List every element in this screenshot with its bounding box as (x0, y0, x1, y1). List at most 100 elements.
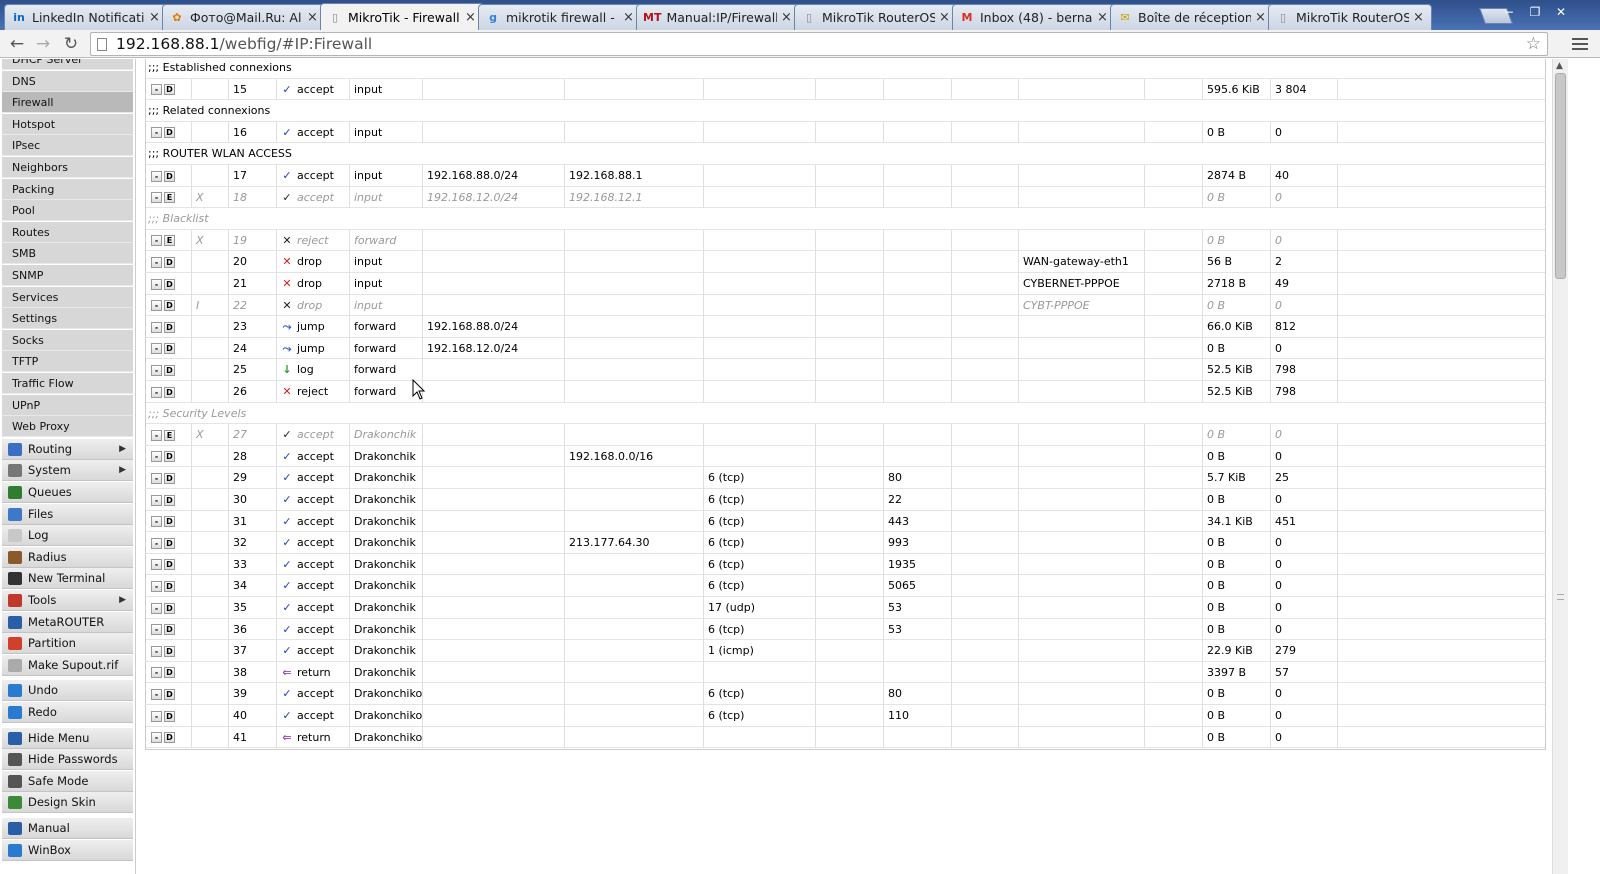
enable-rule-button[interactable]: E (164, 235, 175, 247)
remove-rule-button[interactable]: - (151, 343, 162, 355)
table-row[interactable]: - D 33 ✓ accept Drakonchik 6 (tcp) 1935 0 B 0 (146, 553, 1545, 576)
remove-rule-button[interactable]: - (151, 710, 162, 722)
sidebar-item-system[interactable]: System ▶ (2, 460, 133, 482)
disable-rule-button[interactable]: D (164, 537, 175, 549)
remove-rule-button[interactable]: - (151, 451, 162, 463)
table-row[interactable]: - D 29 ✓ accept Drakonchik 6 (tcp) 80 5.7 KiB 25 (146, 467, 1545, 489)
remove-rule-button[interactable]: - (151, 429, 162, 441)
disable-rule-button[interactable]: D (164, 602, 175, 614)
browser-tab[interactable]: g mikrotik firewall - × (478, 4, 642, 30)
table-row[interactable]: - D 31 ✓ accept Drakonchik 6 (tcp) 443 34.1 KiB 4… (146, 510, 1545, 533)
table-row[interactable]: - D 39 ✓ accept Drakonchikov 6 (tcp) 80 0 B 0 (146, 683, 1545, 705)
table-row[interactable]: - D 20 ✕ drop input WAN-gateway-eth1 56 B 2 (146, 251, 1545, 273)
disable-rule-button[interactable]: D (164, 364, 175, 376)
remove-rule-button[interactable]: - (151, 300, 162, 312)
disable-rule-button[interactable]: D (164, 494, 175, 506)
reload-icon[interactable]: ↻ (60, 33, 82, 55)
table-row[interactable]: - D 21 ✕ drop input CYBERNET-PPPOE 2718 B 49 (146, 273, 1545, 295)
remove-rule-button[interactable]: - (151, 278, 162, 290)
scrollbar-thumb[interactable] (1555, 73, 1566, 279)
browser-tab[interactable]: ▯ MikroTik RouterOS × (1268, 4, 1432, 30)
remove-rule-button[interactable]: - (151, 732, 162, 744)
sidebar-item-design-skin[interactable]: Design Skin (2, 792, 133, 814)
sidebar-item-neighbors[interactable]: Neighbors (2, 157, 133, 178)
disable-rule-button[interactable]: D (164, 386, 175, 398)
tab-close-icon[interactable]: × (1413, 10, 1425, 25)
disable-rule-button[interactable]: D (164, 710, 175, 722)
disable-rule-button[interactable]: D (164, 667, 175, 679)
disable-rule-button[interactable]: D (164, 84, 175, 96)
browser-tab[interactable]: ✿ Фото@Mail.Ru: Al × (162, 4, 326, 30)
browser-menu-icon[interactable] (1572, 36, 1588, 52)
table-row[interactable]: - D 40 ✓ accept Drakonchikov 6 (tcp) 110 0 B 0 (146, 705, 1545, 727)
vertical-scrollbar[interactable]: ▲ (1552, 59, 1568, 874)
remove-rule-button[interactable]: - (151, 688, 162, 700)
sidebar-item-tools[interactable]: Tools ▶ (2, 590, 133, 611)
disable-rule-button[interactable]: D (164, 256, 175, 268)
remove-rule-button[interactable]: - (151, 321, 162, 333)
sidebar-item-routing[interactable]: Routing ▶ (2, 438, 133, 460)
sidebar-item-files[interactable]: Files (2, 503, 133, 525)
browser-tab[interactable]: ▯ MikroTik RouterOS × (794, 4, 958, 30)
sidebar-item-hide-passwords[interactable]: Hide Passwords (2, 749, 133, 771)
table-row[interactable]: - D 30 ✓ accept Drakonchik 6 (tcp) 22 0 B 0 (146, 489, 1545, 511)
sidebar-item-log[interactable]: Log (2, 525, 133, 547)
sidebar-item-firewall[interactable]: Firewall (2, 92, 133, 114)
disable-rule-button[interactable]: D (164, 321, 175, 333)
remove-rule-button[interactable]: - (151, 235, 162, 247)
remove-rule-button[interactable]: - (151, 667, 162, 679)
sidebar-item-tftp[interactable]: TFTP (2, 351, 133, 373)
sidebar-item-socks[interactable]: Socks (2, 329, 133, 351)
table-row[interactable]: - D 25 ↓ log forward 52.5 KiB 798 (146, 359, 1545, 381)
table-row[interactable]: - E X 27 ✓ accept Drakonchik 0 B 0 (146, 424, 1545, 446)
browser-tab[interactable]: ▯ MikroTik - Firewall × (320, 3, 484, 30)
disable-rule-button[interactable]: D (164, 732, 175, 744)
table-row[interactable]: - D 35 ✓ accept Drakonchik 17 (udp) 53 0 B 0 (146, 597, 1545, 619)
bookmark-star-icon[interactable]: ☆ (1526, 34, 1541, 54)
table-row[interactable]: - D 16 ✓ accept input 0 B 0 (146, 121, 1545, 144)
sidebar-item-manual[interactable]: Manual (2, 818, 133, 839)
table-row[interactable]: - D 15 ✓ accept input 595.6 KiB 3 804 (146, 78, 1545, 101)
sidebar-item-pool[interactable]: Pool (2, 200, 133, 222)
disable-rule-button[interactable]: D (164, 559, 175, 571)
remove-rule-button[interactable]: - (151, 580, 162, 592)
sidebar-item-traffic-flow[interactable]: Traffic Flow (2, 373, 133, 394)
remove-rule-button[interactable]: - (151, 386, 162, 398)
disable-rule-button[interactable]: D (164, 645, 175, 657)
table-row[interactable]: - D 38 ⇐ return Drakonchik 3397 B 57 (146, 661, 1545, 684)
disable-rule-button[interactable]: D (164, 300, 175, 312)
remove-rule-button[interactable]: - (151, 170, 162, 182)
browser-tab[interactable]: M Inbox (48) - berna × (952, 4, 1116, 30)
remove-rule-button[interactable]: - (151, 645, 162, 657)
table-row[interactable]: - D 23 ⤳ jump forward 192.168.88.0/24 66.0 KiB 8… (146, 316, 1545, 338)
sidebar-item-safe-mode[interactable]: Safe Mode (2, 770, 133, 792)
enable-rule-button[interactable]: E (164, 429, 175, 441)
tab-close-icon[interactable]: × (939, 10, 951, 25)
browser-tab[interactable]: ✉ Boîte de réception × (1110, 4, 1274, 30)
table-row[interactable]: - D 37 ✓ accept Drakonchik 1 (icmp) 22.9 KiB 279 (146, 640, 1545, 662)
sidebar-item-make-supout-rif[interactable]: Make Supout.rif (2, 654, 133, 676)
tab-close-icon[interactable]: × (781, 10, 793, 25)
table-row[interactable]: - D 41 ⇐ return Drakonchikov 0 B 0 (146, 726, 1545, 749)
scroll-up-icon[interactable]: ▲ (1556, 61, 1563, 71)
table-row[interactable]: - D 26 ✕ reject forward 52.5 KiB 798 (146, 381, 1545, 403)
sidebar-item-queues[interactable]: Queues (2, 482, 133, 503)
disable-rule-button[interactable]: D (164, 127, 175, 139)
disable-rule-button[interactable]: D (164, 516, 175, 528)
remove-rule-button[interactable]: - (151, 516, 162, 528)
sidebar-item-upnp[interactable]: UPnP (2, 394, 133, 416)
disable-rule-button[interactable]: D (164, 624, 175, 636)
sidebar-item-winbox[interactable]: WinBox (2, 839, 133, 861)
sidebar-item-routes[interactable]: Routes (2, 221, 133, 243)
sidebar-item-services[interactable]: Services (2, 286, 133, 308)
tab-close-icon[interactable]: × (465, 10, 477, 25)
remove-rule-button[interactable]: - (151, 472, 162, 484)
sidebar-item-settings[interactable]: Settings (2, 308, 133, 330)
table-row[interactable]: - E X 18 ✓ accept input 192.168.12.0/24 192.168.… (146, 186, 1545, 209)
remove-rule-button[interactable]: - (151, 494, 162, 506)
sidebar-item-snmp[interactable]: SNMP (2, 265, 133, 286)
table-row[interactable]: - E X 19 ✕ reject forward 0 B 0 (146, 229, 1545, 252)
forward-arrow-icon[interactable]: → (32, 33, 54, 55)
disable-rule-button[interactable]: D (164, 688, 175, 700)
remove-rule-button[interactable]: - (151, 364, 162, 376)
